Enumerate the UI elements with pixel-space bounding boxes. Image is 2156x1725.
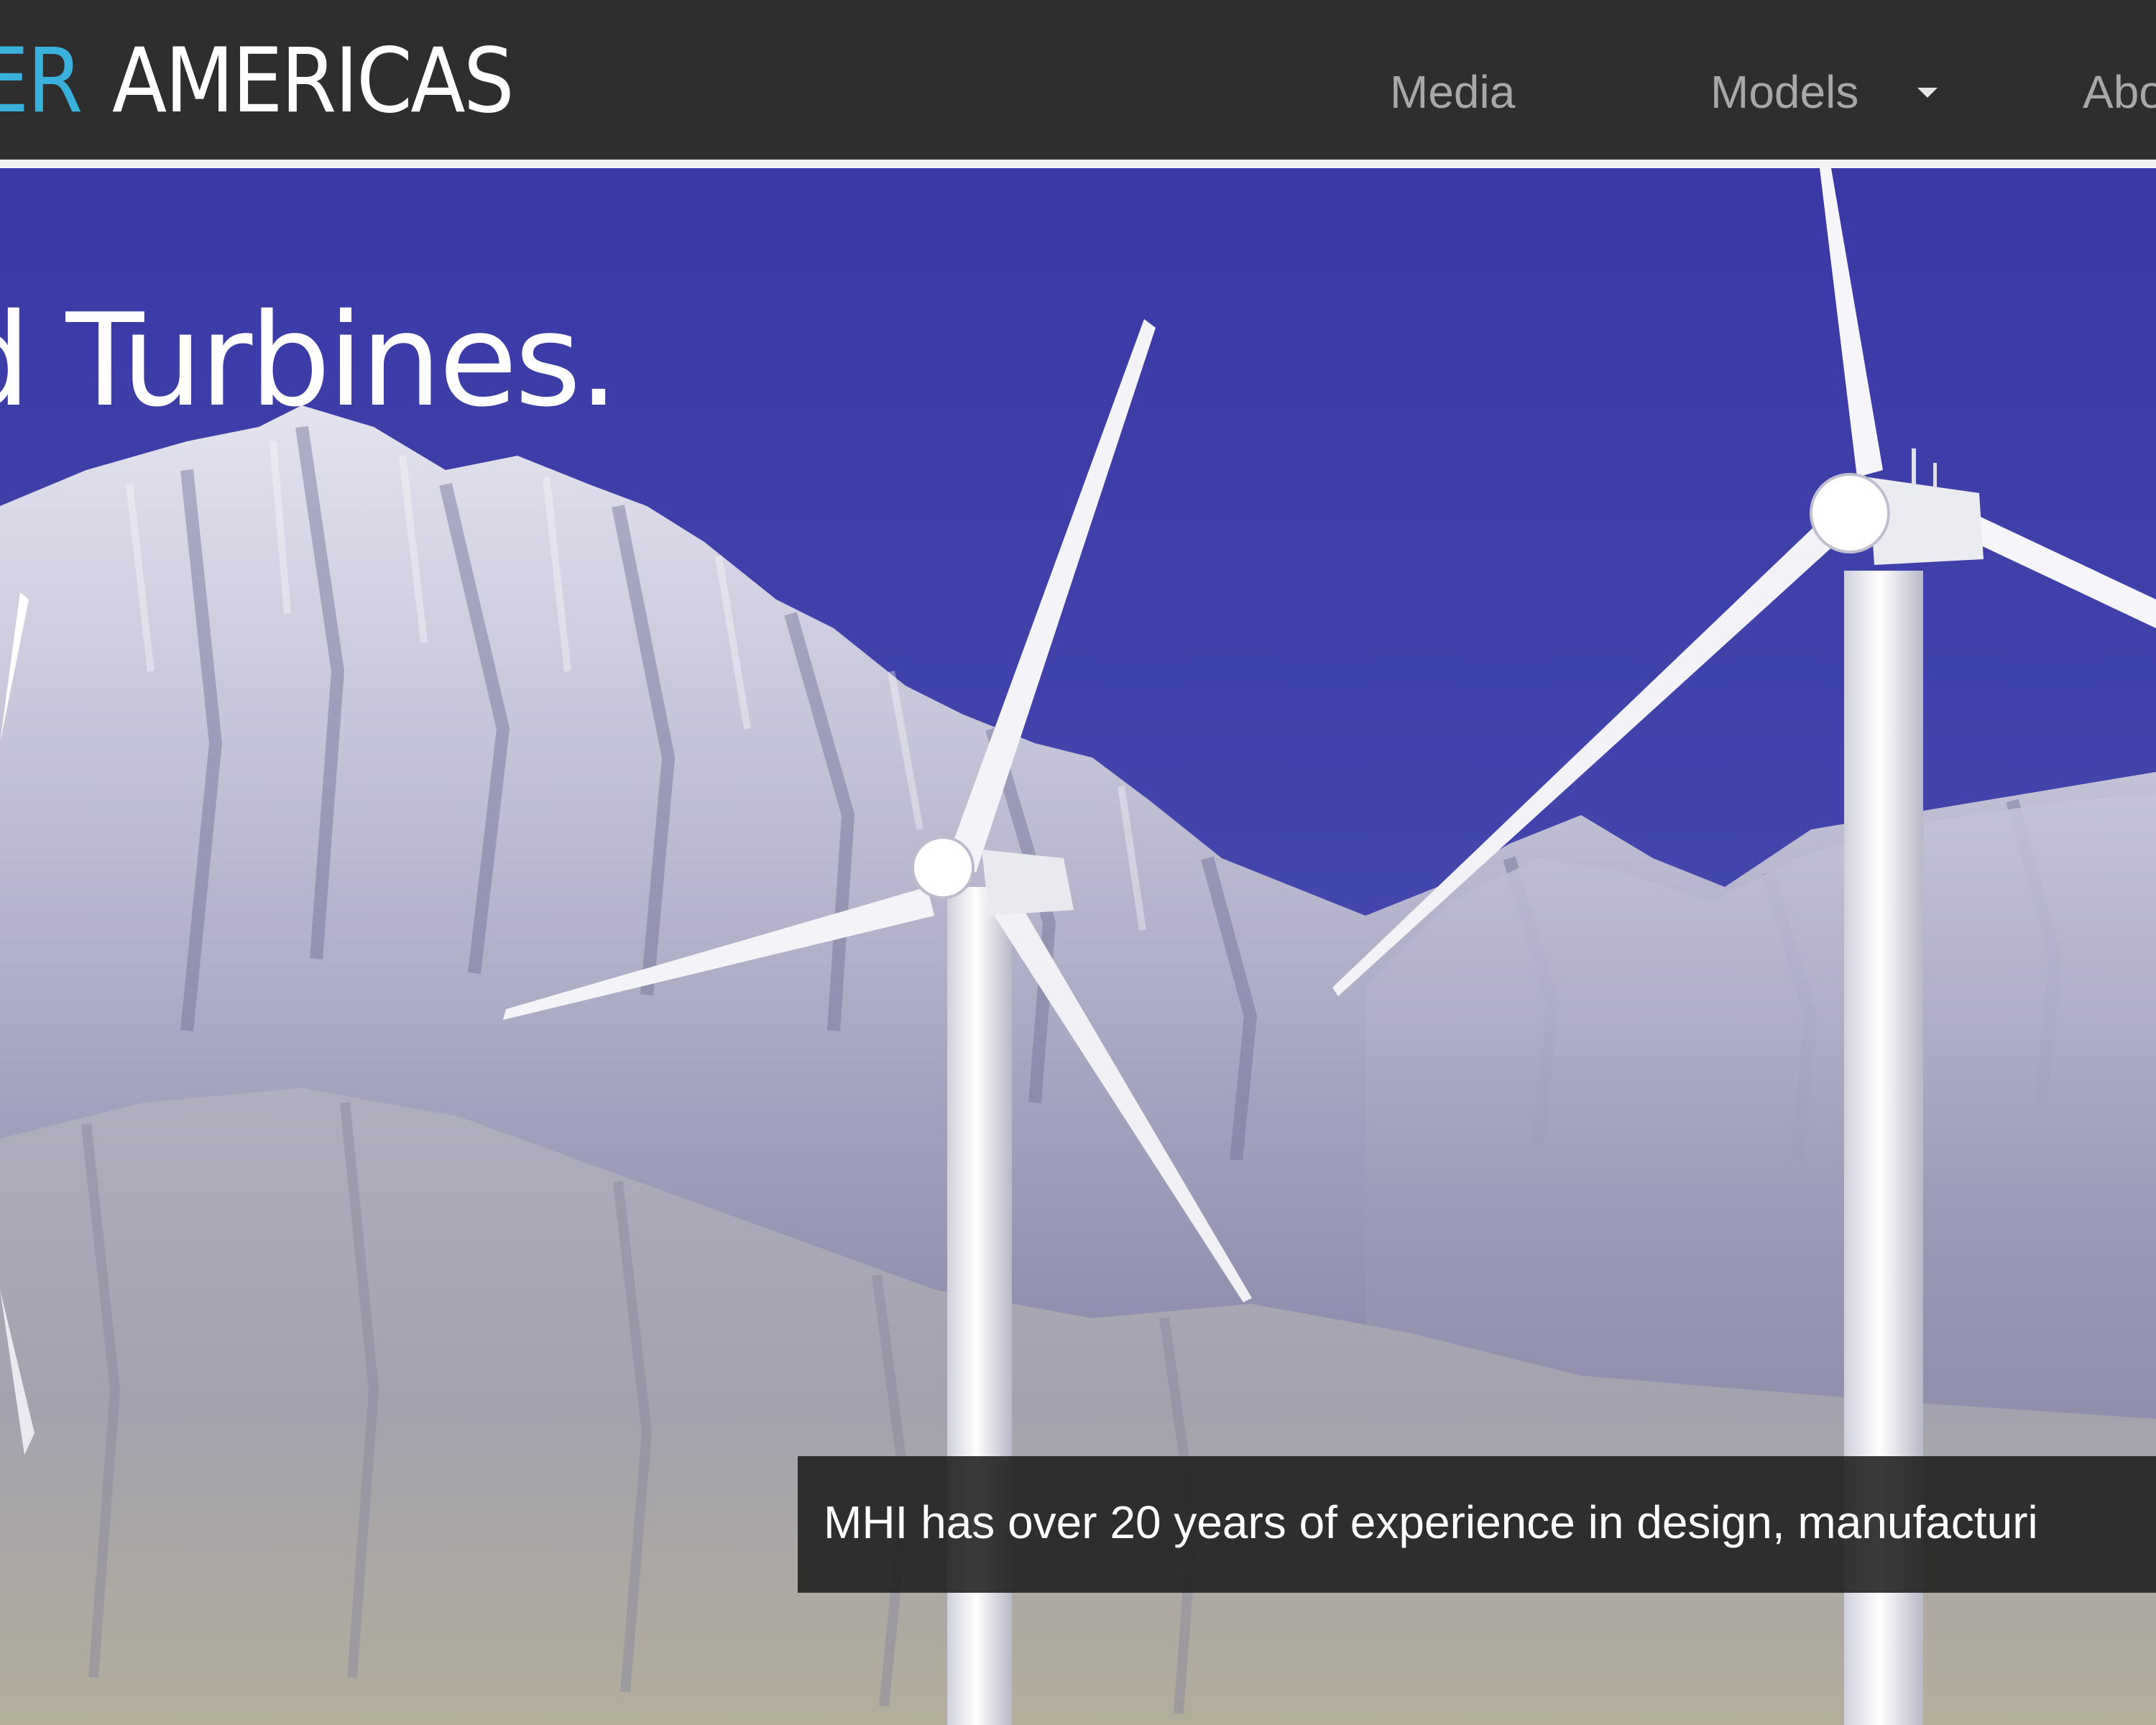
hero-caption-text: MHI has over 20 years of experience in d… — [824, 1496, 2038, 1548]
hero-banner: d Turbines. MHI has over 20 years of exp… — [0, 168, 2156, 1725]
nav-models-dropdown[interactable]: Models — [1710, 60, 1858, 124]
hero-caption-box: MHI has over 20 years of experience in d… — [798, 1456, 2156, 1593]
top-navbar: ERAMERICAS Media Models Abo — [0, 0, 2156, 160]
hero-heading: d Turbines. — [0, 286, 619, 435]
brand-accent-text: ER — [0, 29, 83, 133]
caret-down-icon[interactable] — [1917, 88, 1938, 98]
nav-about-link[interactable]: Abo — [2083, 60, 2156, 124]
brand-logo-link[interactable]: ERAMERICAS — [0, 34, 515, 128]
brand-main-text: AMERICAS — [111, 29, 515, 133]
nav-media-link[interactable]: Media — [1390, 60, 1515, 124]
nav-divider — [0, 160, 2156, 168]
